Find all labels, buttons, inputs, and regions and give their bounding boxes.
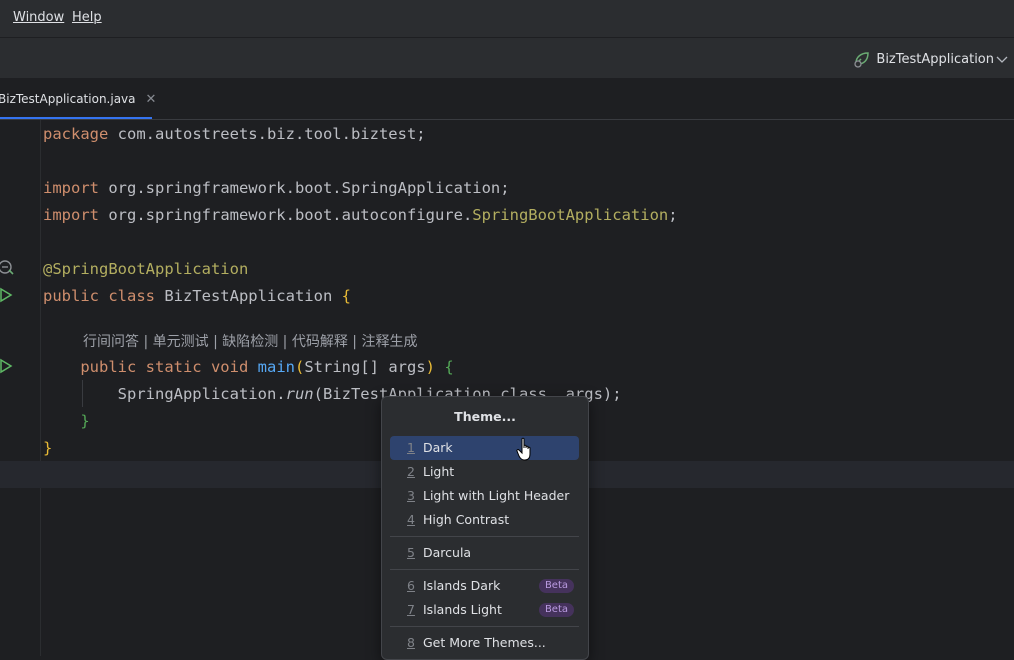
spring-bean-icon[interactable] <box>0 259 16 277</box>
code-line-class-decl: public class BizTestApplication { <box>43 287 351 305</box>
theme-item-islands-light[interactable]: 7 Islands Light Beta <box>390 598 579 622</box>
theme-item-dark[interactable]: 1 Dark <box>390 436 579 460</box>
spring-boot-icon <box>854 52 870 68</box>
tab-biztestapplication[interactable]: BizTestApplication.java ✕ <box>0 79 156 119</box>
theme-item-light[interactable]: 2 Light <box>390 460 579 484</box>
code-line-import-1: import org.springframework.boot.SpringAp… <box>43 179 510 197</box>
theme-item-light-with-light-header[interactable]: 3 Light with Light Header <box>390 484 579 508</box>
beta-badge: Beta <box>538 603 574 617</box>
hand-cursor-icon <box>516 437 531 461</box>
theme-item-islands-dark[interactable]: 6 Islands Dark Beta <box>390 574 579 598</box>
theme-item-get-more-themes[interactable]: 8 Get More Themes... <box>390 631 579 655</box>
menu-window[interactable]: Window <box>13 10 64 25</box>
code-line-method-close: } <box>80 412 90 430</box>
popup-separator <box>390 626 579 627</box>
code-line-class-close: } <box>43 439 53 457</box>
run-main-icon[interactable] <box>0 358 14 374</box>
popup-separator <box>390 536 579 537</box>
menu-help[interactable]: Help <box>72 10 102 25</box>
code-line-import-2: import org.springframework.boot.autoconf… <box>43 206 678 224</box>
theme-item-darcula[interactable]: 5 Darcula <box>390 541 579 565</box>
run-configuration-label: BizTestApplication <box>876 51 994 67</box>
editor-tab-bar: BizTestApplication.java ✕ <box>0 79 1014 120</box>
theme-popup: Theme... 1 Dark 2 Light 3 Light with Lig… <box>381 396 589 660</box>
run-configuration-selector[interactable]: BizTestApplication <box>852 50 1014 68</box>
chevron-down-icon <box>996 56 1008 63</box>
menu-bar: Window Help <box>0 0 1014 38</box>
code-line-package: package com.autostreets.biz.tool.biztest… <box>43 125 426 143</box>
theme-item-high-contrast[interactable]: 4 High Contrast <box>390 508 579 532</box>
close-icon[interactable]: ✕ <box>146 92 157 107</box>
active-tab-indicator <box>0 117 153 119</box>
code-line-annotation: @SpringBootApplication <box>43 260 249 278</box>
tab-label: BizTestApplication.java <box>0 92 136 106</box>
main-toolbar: BizTestApplication <box>0 38 1014 79</box>
run-class-icon[interactable] <box>0 287 14 303</box>
popup-title: Theme... <box>454 409 516 424</box>
ai-inlay-hint[interactable]: 行间问答 | 单元测试 | 缺陷检测 | 代码解释 | 注释生成 <box>83 331 417 353</box>
code-line-main-decl: public static void main(String[] args) { <box>80 358 454 376</box>
popup-separator <box>390 569 579 570</box>
gutter-divider <box>40 120 41 656</box>
beta-badge: Beta <box>538 579 574 593</box>
